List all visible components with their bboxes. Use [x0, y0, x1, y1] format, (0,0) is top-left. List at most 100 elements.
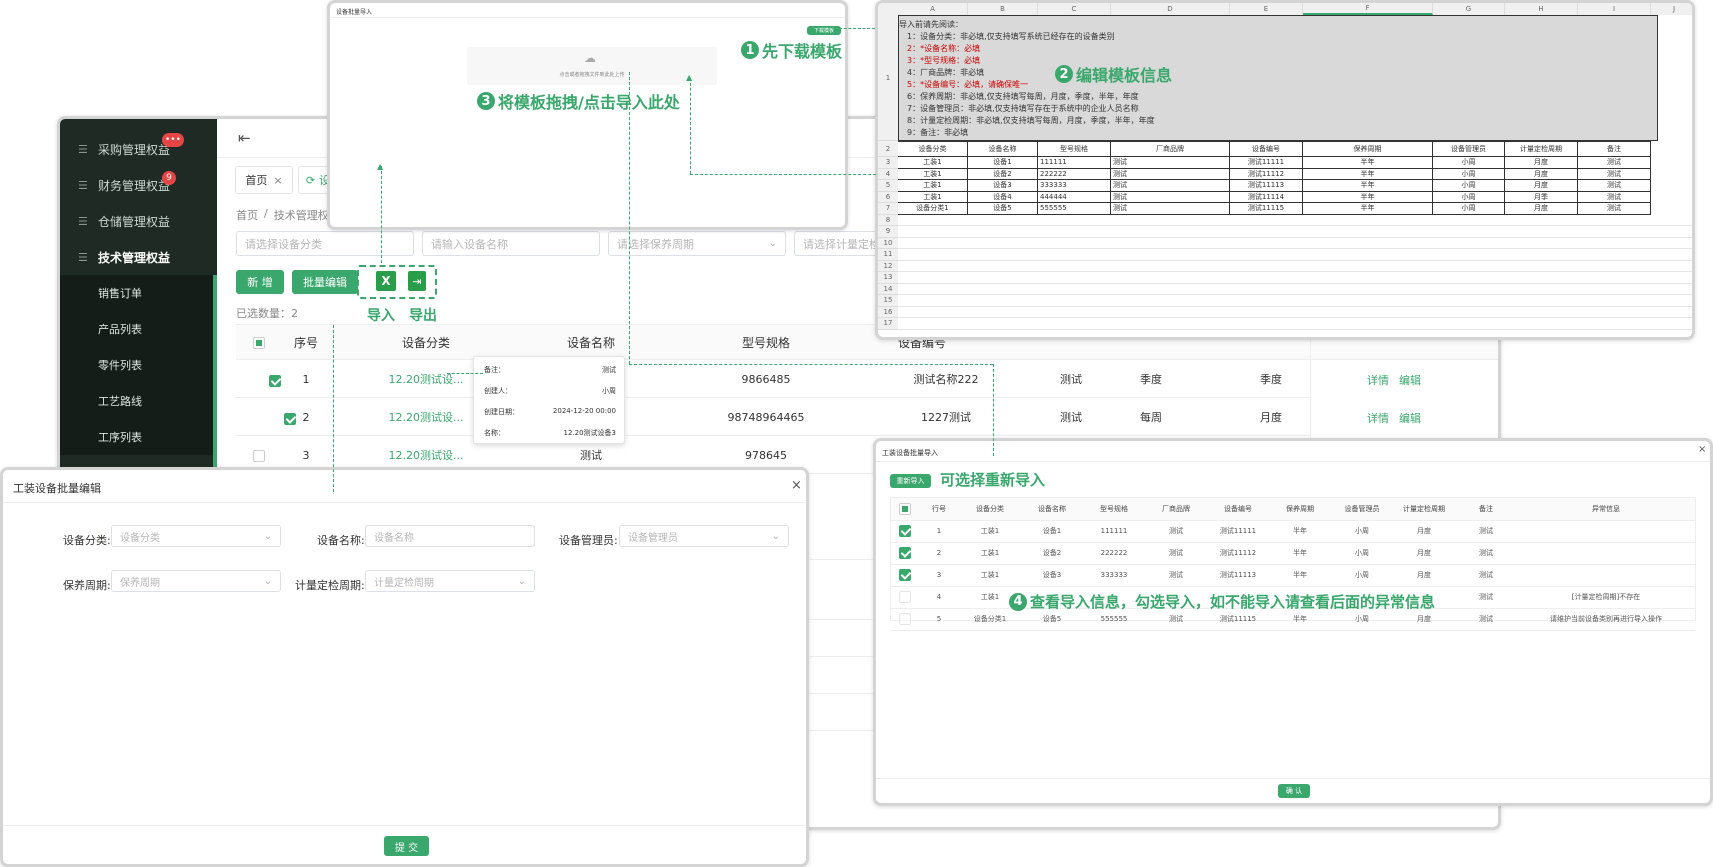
excel-cell: 111111 [1038, 157, 1111, 169]
th-name: 设备名称 [566, 335, 615, 350]
excel-empty-row [898, 272, 1692, 284]
result-cell: 工装1 [959, 542, 1021, 565]
reimport-button[interactable]: 重新导入 [890, 474, 931, 488]
result-column-header: 设备管理员 [1331, 498, 1393, 521]
result-cell: 半年 [1269, 564, 1331, 587]
excel-header-cell: 设备名称 [968, 141, 1038, 157]
download-template-button[interactable]: 下载模板 [807, 26, 841, 35]
tab-home[interactable]: 首页 × [235, 166, 293, 194]
sidebar-item-finance[interactable]: ☰ 财务管理权益 9 [60, 167, 217, 203]
result-column-header: 厂商品牌 [1145, 498, 1207, 521]
excel-cell: 设备5 [968, 203, 1038, 215]
row-checkbox[interactable] [899, 547, 911, 559]
sidebar-item-purchase[interactable]: ☰ 采购管理权益 ••• [60, 131, 217, 167]
result-column-header: 备注 [1455, 498, 1517, 521]
name-search-input[interactable]: 请输入设备名称 [422, 231, 600, 256]
export-icon[interactable]: ⇥ [408, 271, 426, 291]
excel-empty-row [898, 226, 1692, 238]
sidebar-item-tech[interactable]: ☰ 技术管理权益 [60, 239, 217, 275]
excel-data-table: 2 设备分类 设备名称 型号规格 厂商品牌 设备编号 保养周期 设备管理员 计量定检周期 备注 3 工… [878, 141, 1692, 337]
result-cell: 小周 [1331, 520, 1393, 543]
excel-cell: 小周 [1433, 191, 1505, 203]
excel-cell: 月季 [1505, 191, 1578, 203]
manager-select[interactable]: 设备管理员 ⌄ [619, 525, 789, 547]
import-result-dialog: 工装设备批量导入 × 重新导入 行号 设备分类 设备名称 型号规格 厂商品牌 设备编号 保养… [873, 438, 1713, 806]
dialog-title: 工装设备批量导入 [882, 449, 938, 457]
excel-row-number: 15 [878, 295, 898, 307]
menu-lines-icon: ☰ [78, 178, 88, 192]
excel-cell: 333333 [1038, 180, 1111, 192]
excel-row-number: 7 [878, 203, 898, 215]
excel-header-cell: 设备分类 [898, 141, 968, 157]
menu-lines-icon: ☰ [78, 142, 88, 156]
excel-row-number: 13 [878, 272, 898, 284]
detail-link[interactable]: 详情 [1367, 410, 1389, 426]
confirm-button[interactable]: 确 认 [1278, 784, 1310, 798]
row-checkbox[interactable] [253, 450, 265, 462]
chevron-down-icon: ⌄ [771, 530, 780, 542]
result-cell: 1 [919, 520, 959, 543]
maintenance-cycle-filter[interactable]: 请选择保养周期 ⌄ [608, 231, 786, 256]
sidebar-subitem-routing[interactable]: 工艺路线 [60, 383, 217, 419]
notification-badge: ••• [162, 133, 184, 147]
row-checkbox[interactable] [899, 613, 911, 625]
result-column-header: 异常信息 [1517, 498, 1695, 521]
edit-link[interactable]: 编辑 [1399, 410, 1421, 426]
result-row: 1 工装1 设备1 111111 测试 测试11111 半年 小周 月度 测试 [891, 520, 1695, 543]
excel-header-cell: 计量定检周期 [1505, 141, 1578, 157]
sidebar-subitem-sales-order[interactable]: 销售订单 [60, 275, 217, 311]
add-button[interactable]: 新 增 [236, 270, 284, 294]
connector-line [690, 174, 876, 175]
result-cell: 测试 [1455, 586, 1517, 609]
batch-edit-button[interactable]: 批量编辑 [292, 270, 358, 294]
result-cell: 333333 [1083, 564, 1145, 587]
excel-header-cell: 备注 [1578, 141, 1651, 157]
submit-button[interactable]: 提 交 [384, 836, 429, 856]
result-cell: 设备1 [1021, 520, 1083, 543]
result-cell: 小周 [1331, 564, 1393, 587]
row-checkbox[interactable] [899, 569, 911, 581]
sidebar-subitem-parts[interactable]: 零件列表 [60, 347, 217, 383]
select-all-checkbox[interactable] [899, 502, 911, 515]
edit-link[interactable]: 编辑 [1399, 372, 1421, 388]
notification-badge: 9 [162, 171, 176, 185]
tab-close-icon[interactable]: × [273, 174, 282, 187]
excel-cell: 半年 [1303, 191, 1433, 203]
result-cell: 测试 [1145, 542, 1207, 565]
excel-import-icon[interactable]: X [376, 271, 396, 291]
result-cell [1517, 520, 1695, 543]
menu-lines-icon: ☰ [78, 214, 88, 228]
collapse-menu-icon[interactable]: ⇤ [238, 129, 251, 147]
excel-cell: 半年 [1303, 157, 1433, 169]
select-all-checkbox[interactable] [253, 337, 265, 349]
calibration-cycle-select[interactable]: 计量定检周期 ⌄ [365, 570, 535, 592]
maintenance-cycle-select[interactable]: 保养周期 ⌄ [111, 570, 281, 592]
upload-dropzone[interactable]: ☁ 点击或者拖拽文件到此处上传 [467, 47, 717, 85]
excel-row-number: 5 [878, 180, 898, 192]
sidebar-subitem-process[interactable]: 工序列表 [60, 419, 217, 455]
name-field[interactable]: 设备名称 [365, 525, 535, 547]
arrow-up-icon: ▲ [686, 73, 693, 82]
dialog-title: 设备批量导入 [336, 9, 373, 16]
sidebar-subitem-products[interactable]: 产品列表 [60, 311, 217, 347]
excel-cell: 测试 [1111, 180, 1230, 192]
excel-cell: 月度 [1505, 203, 1578, 215]
result-cell: 测试 [1455, 564, 1517, 587]
detail-link[interactable]: 详情 [1367, 372, 1389, 388]
connector-line [629, 364, 993, 365]
category-filter[interactable]: 请选择设备分类 [236, 231, 414, 256]
close-icon[interactable]: × [1698, 444, 1706, 455]
result-cell: 4 [919, 586, 959, 609]
row-checkbox[interactable] [899, 591, 911, 603]
close-icon[interactable]: × [791, 478, 802, 493]
result-cell: 测试 [1455, 520, 1517, 543]
excel-empty-row [898, 307, 1692, 318]
excel-cell: 半年 [1303, 180, 1433, 192]
excel-cell: 设备4 [968, 191, 1038, 203]
row-checkbox[interactable] [899, 525, 911, 537]
result-cell: 设备2 [1021, 542, 1083, 565]
result-cell: 月度 [1393, 542, 1455, 565]
excel-cell: 月度 [1505, 180, 1578, 192]
sidebar-item-warehouse[interactable]: ☰ 仓储管理权益 [60, 203, 217, 239]
category-select[interactable]: 设备分类 ⌄ [111, 525, 281, 547]
